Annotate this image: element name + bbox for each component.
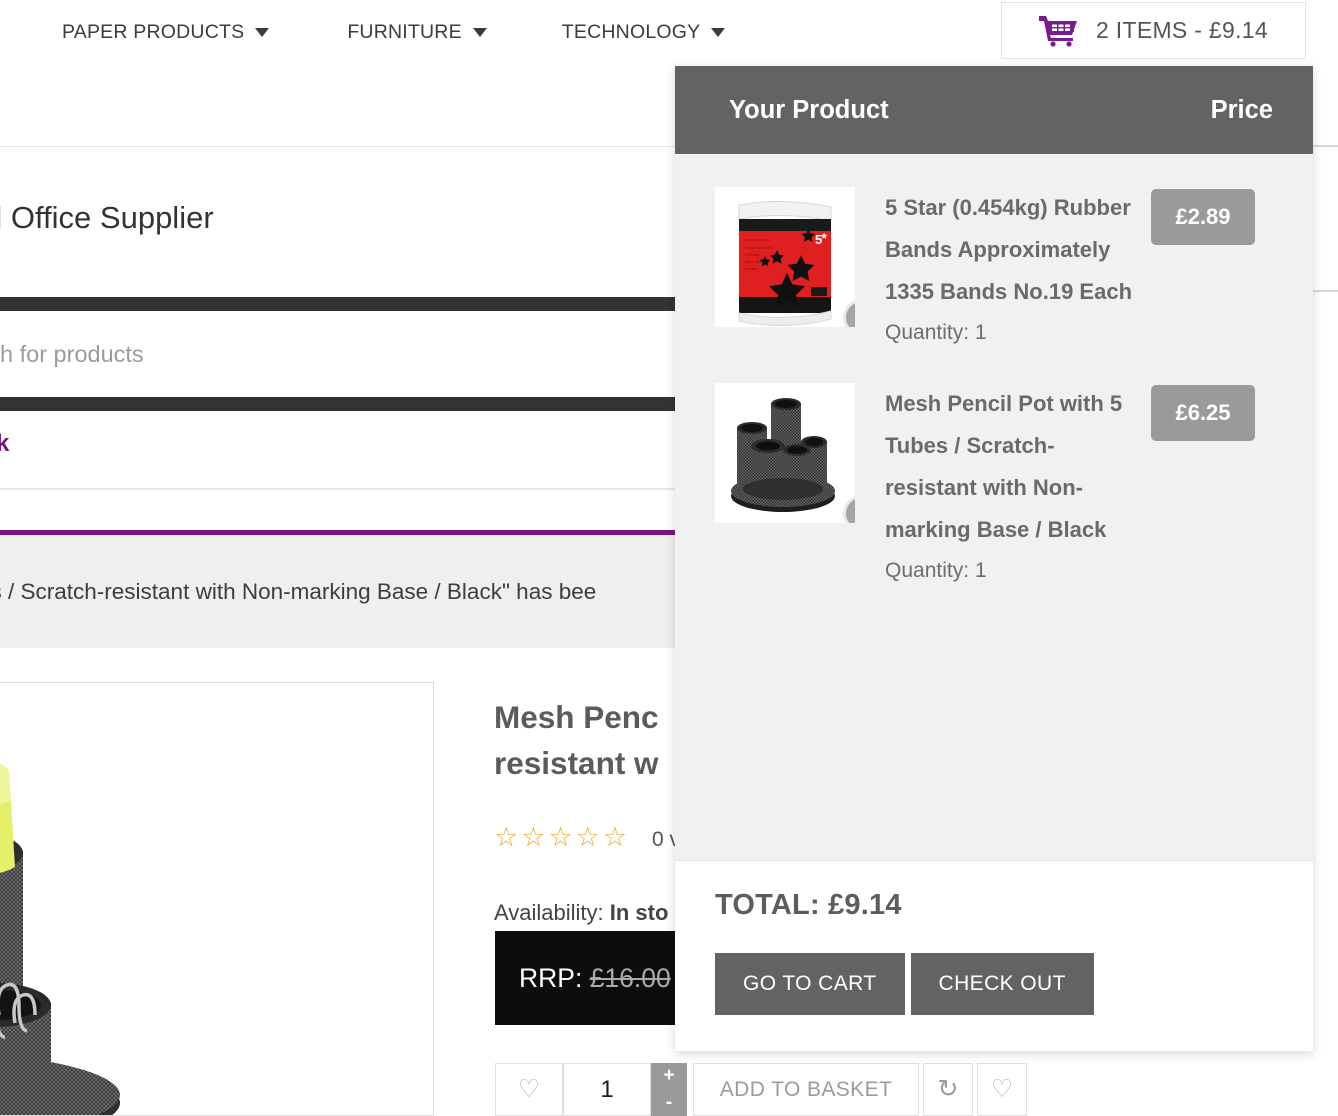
bg-rule-1 bbox=[1313, 145, 1338, 147]
wishlist-button-secondary[interactable]: ♡ bbox=[977, 1063, 1027, 1116]
rrp-value: £16.00 bbox=[589, 962, 671, 993]
nav-item-label: TECHNOLOGY bbox=[561, 20, 701, 43]
star-icon: ☆ bbox=[548, 822, 573, 852]
mesh-pencil-pot-thumbnail bbox=[715, 383, 855, 523]
refresh-icon: ↻ bbox=[937, 1075, 959, 1103]
cart-item-quantity: Quantity: 1 bbox=[885, 559, 987, 582]
tagline-rest: & Operated Office Supplier bbox=[0, 200, 214, 235]
section-divider bbox=[0, 488, 686, 490]
nav-item-furniture[interactable]: FURNITURE bbox=[347, 20, 487, 44]
chevron-down-icon bbox=[472, 27, 487, 37]
cart-item: rubber bands Bands assorted 0.454kg star… bbox=[675, 154, 1313, 345]
shopping-cart-icon bbox=[1039, 16, 1078, 47]
search-bar-top-rule bbox=[0, 297, 686, 311]
site-tagline: ned & Operated Office Supplier bbox=[0, 200, 214, 236]
cart-dropdown-panel: Your Product Price rubber bands Bands as… bbox=[675, 66, 1313, 1051]
cart-total: TOTAL: £9.14 bbox=[715, 889, 902, 921]
svg-text:0.454kg: 0.454kg bbox=[745, 252, 759, 257]
rrp-row: RRP: £16.00 bbox=[519, 963, 671, 994]
availability-status: Availability: In sto bbox=[494, 900, 668, 926]
go-to-cart-button[interactable]: GO TO CART bbox=[715, 953, 905, 1015]
add-to-basket-row: ♡ 1 + - ADD TO BASKET ↻ ♡ bbox=[495, 1063, 1027, 1116]
cart-button-label: 2 ITEMS - £9.14 bbox=[1096, 17, 1268, 43]
product-rating[interactable]: ☆ ☆ ☆ ☆ ☆ bbox=[494, 824, 627, 851]
nav-item-label: FURNITURE bbox=[347, 20, 462, 43]
rubber-bands-thumbnail: rubber bands Bands assorted 0.454kg star… bbox=[715, 187, 855, 327]
search-bar-bottom-rule bbox=[0, 397, 686, 411]
star-icon: ☆ bbox=[494, 822, 519, 852]
availability-label: Availability: bbox=[494, 900, 610, 925]
cart-items-list: rubber bands Bands assorted 0.454kg star… bbox=[675, 154, 1313, 860]
cart-item-quantity: Quantity: 1 bbox=[885, 321, 987, 344]
svg-text:durable: durable bbox=[745, 266, 759, 271]
cart-item-thumbnail[interactable]: ✕ bbox=[715, 383, 855, 523]
heart-icon: ♡ bbox=[990, 1075, 1014, 1103]
svg-text:rubber bands: rubber bands bbox=[745, 237, 769, 242]
cart-item-name[interactable]: Mesh Pencil Pot with 5 Tubes / Scratch-r… bbox=[885, 383, 1135, 551]
chevron-down-icon bbox=[711, 27, 726, 37]
cart-notice-banner: es / Scratch-resistant with Non-marking … bbox=[0, 530, 686, 648]
cart-item-info: 5 Star (0.454kg) Rubber Bands Approximat… bbox=[885, 187, 1135, 345]
wishlist-button[interactable]: ♡ bbox=[495, 1063, 563, 1116]
nav-item-technology[interactable]: TECHNOLOGY bbox=[562, 21, 726, 44]
search-bar[interactable]: h for products bbox=[0, 311, 686, 397]
quantity-stepper[interactable]: + - bbox=[651, 1063, 687, 1116]
cart-column-price: Price bbox=[1210, 95, 1273, 124]
cart-action-buttons: GO TO CART CHECK OUT bbox=[715, 953, 1313, 1015]
cart-item-name[interactable]: 5 Star (0.454kg) Rubber Bands Approximat… bbox=[885, 187, 1135, 313]
cart-column-product: Your Product bbox=[729, 95, 889, 124]
quantity-decrease-button[interactable]: - bbox=[666, 1092, 672, 1114]
product-image-panel[interactable] bbox=[0, 682, 434, 1116]
quantity-increase-button[interactable]: + bbox=[663, 1065, 674, 1087]
cart-item-price: £2.89 bbox=[1151, 189, 1255, 245]
nav-item-label: PAPER PRODUCTS bbox=[62, 20, 245, 43]
cart-item-info: Mesh Pencil Pot with 5 Tubes / Scratch-r… bbox=[885, 383, 1135, 583]
cart-item-price: £6.25 bbox=[1151, 385, 1255, 441]
mesh-pencil-pot-image bbox=[0, 763, 120, 1115]
svg-text:Bands assorted: Bands assorted bbox=[745, 245, 773, 250]
search-input[interactable]: h for products bbox=[0, 341, 144, 368]
cart-button[interactable]: 2 ITEMS - £9.14 bbox=[1001, 2, 1306, 59]
quantity-input[interactable]: 1 bbox=[563, 1063, 651, 1116]
cart-item-thumbnail[interactable]: rubber bands Bands assorted 0.454kg star… bbox=[715, 187, 855, 327]
chevron-down-icon bbox=[255, 27, 270, 37]
cart-notice-text: es / Scratch-resistant with Non-marking … bbox=[0, 578, 597, 604]
star-icon: ☆ bbox=[575, 822, 600, 852]
screen-root: PAPER PRODUCTS FURNITURE TECHNOLOGY ned … bbox=[0, 0, 1338, 1116]
add-to-basket-button[interactable]: ADD TO BASKET bbox=[693, 1063, 919, 1116]
nav-item-paper-products[interactable]: PAPER PRODUCTS bbox=[62, 20, 270, 44]
compare-button[interactable]: ↻ bbox=[923, 1063, 973, 1116]
star-icon: ☆ bbox=[521, 822, 546, 852]
heart-icon: ♡ bbox=[517, 1075, 541, 1103]
bg-rule-2 bbox=[1313, 290, 1338, 292]
cart-dropdown-header: Your Product Price bbox=[675, 66, 1313, 154]
rrp-label: RRP: bbox=[519, 962, 590, 993]
cart-item: ✕ Mesh Pencil Pot with 5 Tubes / Scratch… bbox=[675, 345, 1313, 583]
quick-link[interactable]: k bbox=[0, 430, 9, 458]
svg-text:5: 5 bbox=[815, 232, 822, 247]
check-out-button[interactable]: CHECK OUT bbox=[910, 953, 1094, 1015]
star-icon: ☆ bbox=[602, 822, 628, 852]
cart-dropdown-footer: TOTAL: £9.14 GO TO CART CHECK OUT bbox=[675, 860, 1313, 1051]
availability-value: In sto bbox=[609, 900, 669, 925]
